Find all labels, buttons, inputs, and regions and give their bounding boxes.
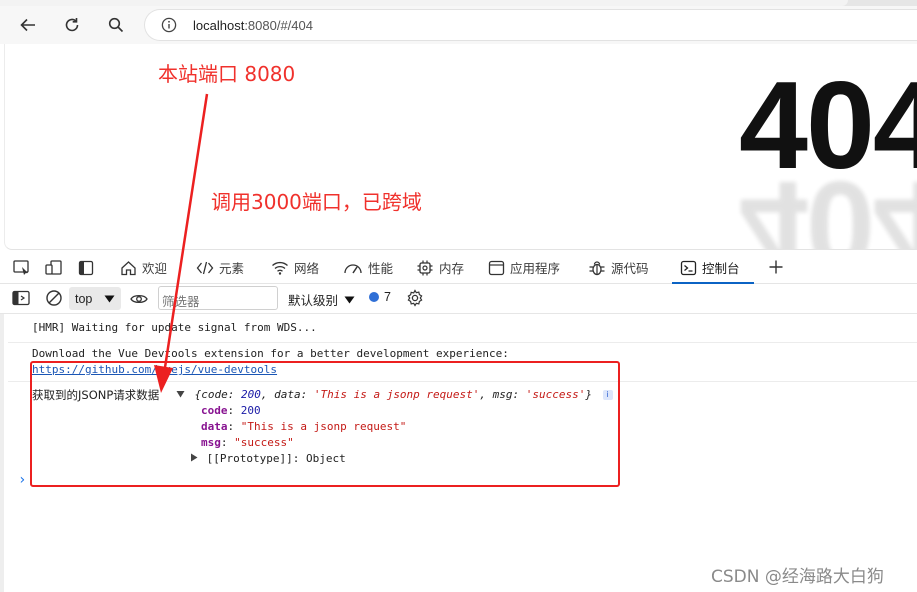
issues-counter[interactable]: 7 <box>369 290 391 304</box>
log-levels-dropdown[interactable]: 默认级别 <box>288 290 355 309</box>
inspect-element-icon[interactable] <box>13 260 31 276</box>
tab-console[interactable]: 控制台 <box>672 252 753 284</box>
site-info-icon[interactable] <box>161 17 177 38</box>
reload-icon[interactable] <box>61 14 83 36</box>
device-toolbar-icon[interactable] <box>45 260 63 276</box>
code-icon <box>196 260 214 276</box>
search-icon[interactable] <box>105 14 127 36</box>
context-selector[interactable]: top <box>69 287 121 310</box>
tab-label: 网络 <box>294 261 320 276</box>
tab-application[interactable]: 应用程序 <box>488 252 560 283</box>
bug-icon <box>588 259 606 277</box>
home-icon <box>120 260 137 276</box>
tab-label: 元素 <box>219 261 245 276</box>
tab-performance[interactable]: 性能 <box>343 252 393 283</box>
console-settings-gear-icon[interactable] <box>406 289 424 307</box>
devtools-tab-bar: 欢迎 元素 网络 性能 内存 应用程序 源代码 控制台 <box>0 252 917 284</box>
tab-label: 应用程序 <box>510 261 561 276</box>
tab-label: 内存 <box>439 261 465 276</box>
console-prompt-chevron-icon[interactable]: › <box>18 472 26 488</box>
highlight-box <box>30 361 620 487</box>
tab-memory[interactable]: 内存 <box>416 252 464 283</box>
performance-icon <box>343 260 363 276</box>
address-bar-row: localhost:8080/#/404 <box>0 6 917 44</box>
console-message-hmr: [HMR] Waiting for update signal from WDS… <box>32 321 317 334</box>
application-icon <box>488 260 505 276</box>
filter-placeholder: 筛选器 <box>162 294 200 309</box>
tab-network[interactable]: 网络 <box>271 252 319 283</box>
wifi-icon <box>271 260 289 276</box>
tab-welcome[interactable]: 欢迎 <box>120 252 167 283</box>
filter-input[interactable]: 筛选器 <box>158 286 278 310</box>
annotation-port-note: 本站端口 8080 <box>158 62 296 86</box>
live-expression-eye-icon[interactable] <box>130 292 148 306</box>
tab-sources[interactable]: 源代码 <box>588 252 649 283</box>
url-path: :8080/#/404 <box>244 18 313 33</box>
tab-label: 欢迎 <box>142 261 168 276</box>
add-tab-plus-icon[interactable] <box>768 259 784 275</box>
watermark: CSDN @经海路大白狗 <box>711 567 884 587</box>
message-divider <box>8 342 917 343</box>
console-icon <box>680 260 697 276</box>
back-arrow-icon[interactable] <box>17 14 39 36</box>
context-value: top <box>75 291 93 306</box>
url-field[interactable]: localhost:8080/#/404 <box>144 9 917 41</box>
error-code-reflection: 404 <box>739 155 917 250</box>
log-levels-label: 默认级别 <box>288 293 339 308</box>
console-sidebar-icon[interactable] <box>12 290 30 306</box>
annotation-cors-note: 调用3000端口，已跨域 <box>211 190 422 214</box>
tab-label: 源代码 <box>611 261 649 276</box>
console-toolbar: top 筛选器 默认级别 7 <box>0 284 917 314</box>
dropdown-arrow-icon <box>104 295 115 303</box>
clear-console-icon[interactable] <box>45 289 63 307</box>
url-text: localhost:8080/#/404 <box>193 18 313 33</box>
url-host: localhost <box>193 18 245 33</box>
console-message-devtools-tip: Download the Vue Devtools extension for … <box>32 347 509 360</box>
tab-elements[interactable]: 元素 <box>196 252 244 283</box>
tab-label: 性能 <box>368 261 394 276</box>
page-viewport: 404 404 <box>4 44 917 250</box>
issues-count: 7 <box>384 290 391 304</box>
tab-label: 控制台 <box>702 261 740 276</box>
issues-icon <box>369 292 379 302</box>
dropdown-arrow-icon <box>344 296 355 304</box>
memory-chip-icon <box>416 259 434 277</box>
dock-side-icon[interactable] <box>78 260 94 276</box>
